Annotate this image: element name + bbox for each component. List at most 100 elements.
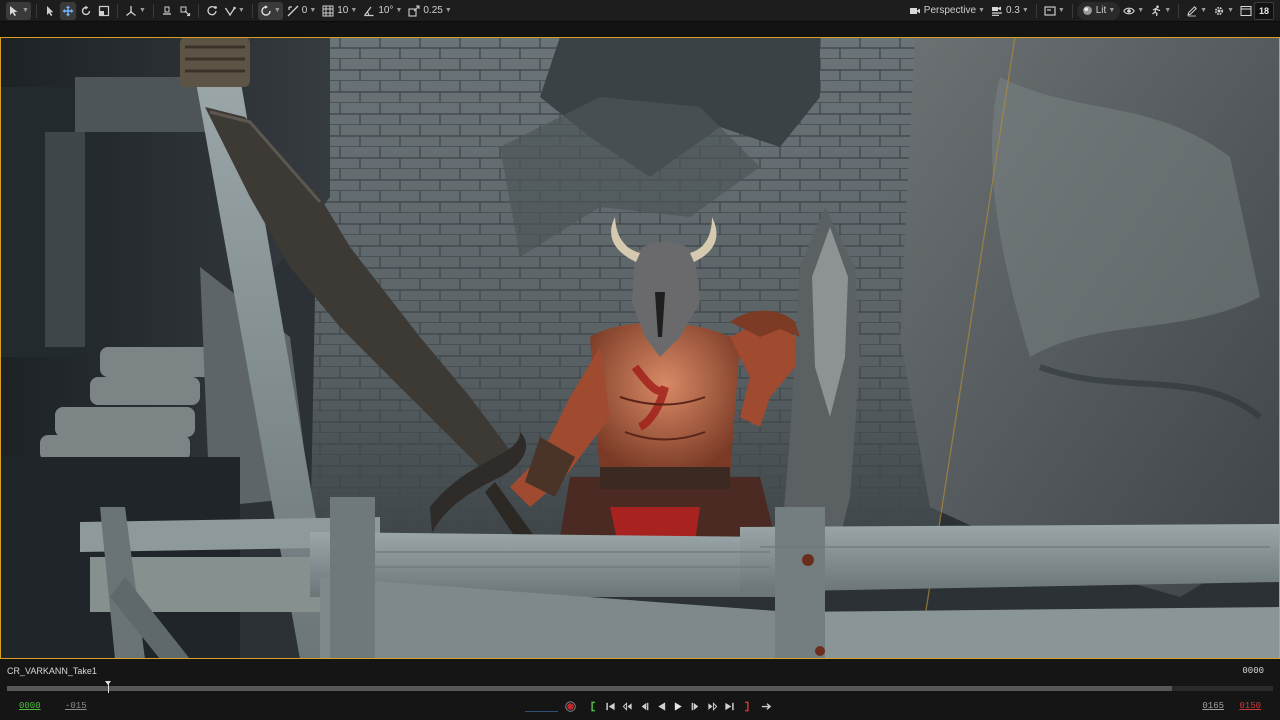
realtime-dropdown[interactable]: ▼	[1184, 2, 1209, 20]
toolbar-separator	[1035, 3, 1037, 18]
record-button[interactable]	[563, 698, 579, 714]
scrub-track[interactable]	[7, 681, 1273, 693]
snap-to-actor-button[interactable]	[177, 2, 193, 20]
jump-to-end-button[interactable]	[721, 698, 737, 714]
view-mode-label: Perspective	[923, 4, 977, 16]
coordinate-system-button[interactable]: ▼	[123, 2, 148, 20]
select-tool-button[interactable]	[42, 2, 58, 20]
step-forward-button[interactable]	[687, 698, 703, 714]
level-viewport[interactable]	[0, 37, 1280, 659]
sequencer-timeline: CR_VARKANN_Take1 0000 0000 -015 0165 015…	[0, 659, 1280, 720]
previous-key-button[interactable]	[619, 698, 635, 714]
rotation-snap-dropdown[interactable]: 10° ▼	[361, 2, 404, 20]
drop-actor-icon	[180, 6, 190, 16]
next-key-icon	[707, 701, 717, 711]
pivot-icon	[207, 5, 217, 15]
pivot-button[interactable]	[204, 2, 220, 20]
grid-icon	[322, 5, 334, 16]
toolbar-separator	[35, 3, 37, 18]
lit-mode-dropdown[interactable]: Lit ▼	[1076, 1, 1121, 20]
viewport-toolbar: ▼ ▼ ▼ ▼ 0 ▼ 10 ▼ 10° ▼ 0.25 ▼ Perspectiv…	[0, 0, 1280, 22]
move-arrows-icon	[62, 5, 74, 16]
vertex-snap-icon	[224, 6, 236, 16]
toolbar-separator	[152, 3, 154, 18]
grid-snap-dropdown[interactable]: 10 ▼	[320, 2, 359, 20]
set-start-button[interactable]	[585, 698, 601, 714]
snap-grid-slash-icon	[287, 5, 299, 16]
select-mode-dropdown[interactable]: ▼	[6, 1, 31, 20]
start-frame[interactable]: 0000	[19, 701, 41, 711]
orbit-icon	[261, 4, 271, 16]
scene-render	[0, 37, 1280, 659]
layout-icon	[1240, 5, 1252, 16]
play-reverse-icon	[657, 701, 665, 711]
arrow-right-icon	[761, 702, 772, 710]
perspective-dropdown[interactable]: Perspective ▼	[907, 2, 987, 20]
jump-to-start-button[interactable]	[602, 698, 618, 714]
settings-dropdown[interactable]: ▼	[1211, 2, 1236, 20]
vertex-snap-dropdown[interactable]: ▼	[222, 2, 247, 20]
scale-icon	[98, 5, 110, 16]
viewport-options-dropdown[interactable]: ▼	[1042, 2, 1067, 20]
start-offset-frame[interactable]: -015	[65, 701, 87, 711]
camera-speed-dropdown[interactable]: 0.3 ▼	[989, 2, 1031, 20]
screen-percentage-badge: 18	[1254, 1, 1274, 20]
bracket-left-icon	[590, 701, 595, 711]
translate-snap-dropdown[interactable]: 0 ▼	[285, 2, 319, 20]
scrub-range-fill	[7, 686, 1172, 691]
lit-sphere-icon	[1082, 6, 1092, 15]
scale-snap-icon	[408, 4, 420, 17]
toolbar-left-group: ▼ ▼ ▼ ▼ 0 ▼ 10 ▼ 10° ▼ 0.25 ▼	[0, 0, 455, 22]
camera-speed-icon	[991, 6, 1002, 16]
transport-controls	[525, 698, 775, 714]
step-forward-icon	[691, 702, 698, 710]
rotate-tool-button[interactable]	[78, 2, 94, 20]
step-back-button[interactable]	[636, 698, 652, 714]
toolbar-separator	[1071, 3, 1073, 18]
arrow-icon	[46, 5, 54, 16]
end-out-frame[interactable]: 0150	[1239, 701, 1261, 711]
gear-icon	[1215, 6, 1224, 15]
toolbar-separator	[197, 3, 199, 18]
rotation-snap-value: 10°	[378, 4, 394, 16]
eye-icon	[1123, 7, 1136, 14]
translate-tool-button[interactable]	[59, 1, 76, 20]
take-name-label: CR_VARKANN_Take1	[7, 666, 97, 676]
toolbar-separator	[116, 3, 118, 18]
next-key-button[interactable]	[704, 698, 720, 714]
skip-to-start-icon	[605, 702, 615, 710]
play-icon	[674, 701, 682, 711]
loop-mode-button[interactable]	[759, 698, 775, 714]
rotate-icon	[81, 5, 91, 15]
show-flags-dropdown[interactable]: ▼	[1121, 2, 1146, 20]
previous-key-icon	[622, 701, 632, 711]
current-frame-readout: 0000	[1242, 666, 1264, 676]
surface-snapping-button[interactable]	[159, 2, 175, 20]
performance-dropdown[interactable]: ▼	[1148, 2, 1173, 20]
lighting-mode-label: Lit	[1095, 5, 1107, 16]
playhead[interactable]	[105, 681, 112, 693]
viewport-options-icon	[1044, 5, 1056, 16]
camera-rotate-dropdown[interactable]: ▼	[257, 1, 283, 20]
scale-tool-button[interactable]	[96, 2, 112, 20]
set-end-button[interactable]	[738, 698, 754, 714]
scale-snap-value: 0.25	[423, 4, 443, 16]
end-frame[interactable]: 0165	[1202, 701, 1224, 711]
play-reverse-button[interactable]	[653, 698, 669, 714]
grid-snap-value: 10	[337, 4, 349, 16]
cursor-icon	[10, 5, 18, 16]
camera-speed-value: 0.3	[1005, 4, 1020, 16]
viewport-letterbox	[0, 22, 1280, 37]
play-button[interactable]	[670, 698, 686, 714]
toolbar-separator	[1178, 3, 1180, 18]
world-axes-icon	[126, 5, 136, 16]
scale-snap-dropdown[interactable]: 0.25 ▼	[406, 2, 453, 20]
toolbar-right-group: Perspective ▼ 0.3 ▼ ▼ Lit ▼ ▼ ▼ ▼ ▼ 18	[906, 0, 1280, 22]
video-camera-icon	[909, 7, 920, 14]
record-icon	[565, 700, 576, 712]
running-figure-icon	[1152, 5, 1161, 16]
layout-dropdown[interactable]: 18	[1238, 1, 1276, 20]
transport-divider	[525, 710, 558, 712]
bracket-right-icon	[744, 701, 749, 711]
angle-icon	[364, 6, 374, 16]
